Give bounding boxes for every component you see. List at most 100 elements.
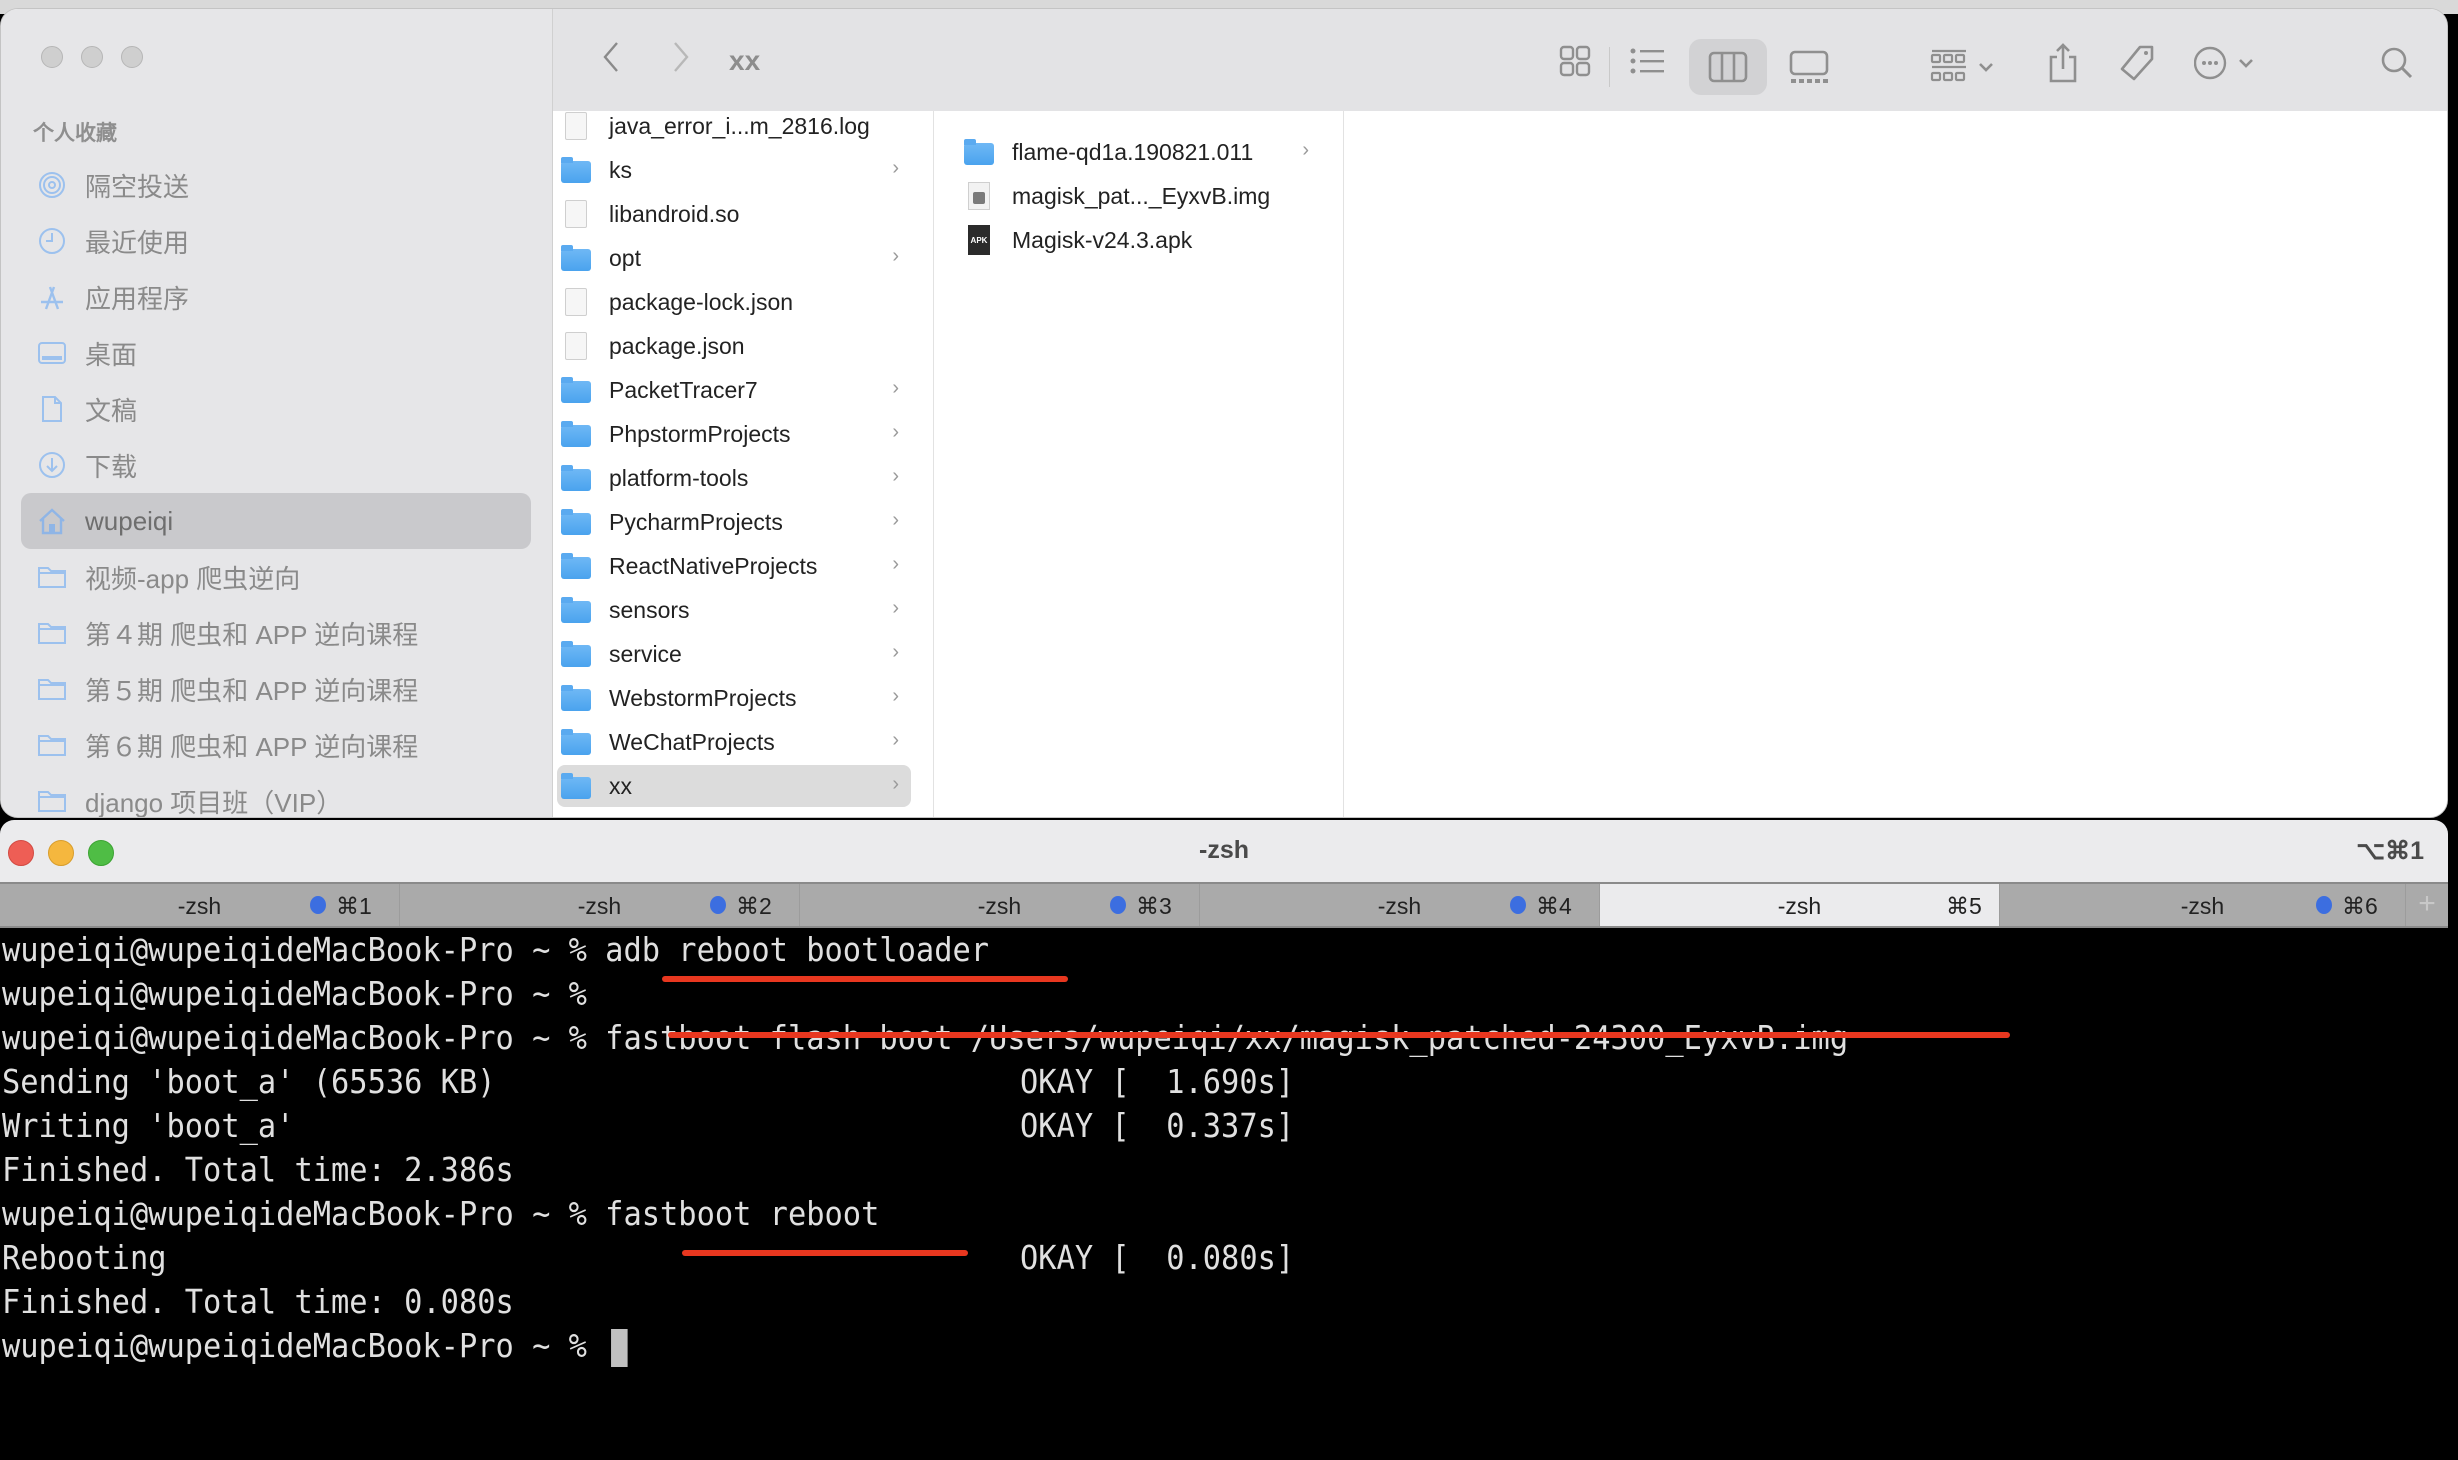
activity-dot-icon [310, 896, 326, 914]
terminal-tab[interactable]: -zsh ⌘3 [800, 884, 1200, 926]
terminal-line: wupeiqi@wupeiqideMacBook-Pro ~ % fastboo… [2, 1194, 880, 1233]
annotation-underline [662, 976, 1068, 982]
home-icon [37, 506, 67, 536]
folder-item[interactable]: flame-qd1a.190821.011 › [960, 131, 1321, 173]
more-actions-button[interactable] [2189, 35, 2269, 91]
icon-view-button[interactable] [1553, 39, 1597, 83]
back-button[interactable] [593, 37, 629, 77]
terminal-line: Finished. Total time: 2.386s [2, 1150, 514, 1189]
terminal-line: wupeiqi@wupeiqideMacBook-Pro ~ % fastboo… [2, 1018, 1848, 1057]
chevron-right-icon: › [892, 245, 899, 267]
terminal-output[interactable]: wupeiqi@wupeiqideMacBook-Pro ~ % adb reb… [0, 928, 2448, 1460]
sidebar-item-home[interactable]: wupeiqi [21, 493, 531, 549]
new-tab-button[interactable]: + [2406, 884, 2448, 926]
folder-icon [561, 465, 591, 491]
gallery-view-button[interactable] [1779, 39, 1839, 95]
folder-item[interactable]: opt › [557, 237, 911, 279]
download-icon [37, 450, 67, 480]
chevron-left-icon [603, 42, 618, 72]
folder-icon [964, 139, 994, 165]
log-file-icon [565, 112, 587, 140]
file-item[interactable]: java_error_i...m_2816.log [557, 105, 911, 147]
terminal-line: wupeiqi@wupeiqideMacBook-Pro ~ % adb reb… [2, 930, 990, 969]
terminal-tab[interactable]: -zsh ⌘1 [0, 884, 400, 926]
airdrop-icon [37, 170, 67, 200]
file-item[interactable]: magisk_pat..._EyxvB.img [960, 175, 1321, 217]
sidebar-item-folder[interactable]: django 项目班（VIP） [21, 773, 531, 817]
sidebar-item-documents[interactable]: 文稿 [21, 381, 531, 437]
terminal-tab[interactable]: -zsh ⌘2 [400, 884, 800, 926]
search-icon [2381, 47, 2413, 79]
folder-icon [561, 729, 591, 755]
file-item[interactable]: APK Magisk-v24.3.apk [960, 219, 1321, 261]
folder-item[interactable]: sensors › [557, 589, 911, 631]
folder-item[interactable]: service › [557, 633, 911, 675]
sidebar-item-folder[interactable]: 第５期 爬虫和 APP 逆向课程 [21, 661, 531, 717]
chevron-right-icon: › [892, 685, 899, 707]
terminal-tab-active[interactable]: -zsh ⌘5 [1600, 884, 2000, 926]
terminal-titlebar: -zsh ⌥⌘1 [0, 820, 2448, 882]
window-shortcut: ⌥⌘1 [2356, 837, 2424, 865]
sidebar-item-folder[interactable]: 第６期 爬虫和 APP 逆向课程 [21, 717, 531, 773]
chevron-right-icon: › [892, 597, 899, 619]
column-xx: flame-qd1a.190821.011 › magisk_pat..._Eyx… [934, 111, 1344, 817]
file-item[interactable]: libandroid.so [557, 193, 911, 235]
chevron-right-icon: › [892, 421, 899, 443]
file-item[interactable]: package.json [557, 325, 911, 367]
folder-item[interactable]: PacketTracer7 › [557, 369, 911, 411]
terminal-window: -zsh ⌥⌘1 -zsh ⌘1 -zsh ⌘2 -zsh ⌘3 -zsh ⌘4… [0, 820, 2448, 1460]
list-view-button[interactable] [1625, 39, 1669, 83]
folder-item[interactable]: WeChatProjects › [557, 721, 911, 763]
zoom-button[interactable] [121, 46, 143, 68]
terminal-status: OKAY [ 0.080s] [1020, 1238, 1295, 1277]
terminal-status: OKAY [ 1.690s] [1020, 1062, 1295, 1101]
folder-item[interactable]: PycharmProjects › [557, 501, 911, 543]
folder-icon [561, 509, 591, 535]
sidebar-item-folder[interactable]: 第４期 爬虫和 APP 逆向课程 [21, 605, 531, 661]
sidebar-section-favorites: 个人收藏 [33, 122, 117, 145]
folder-icon [561, 685, 591, 711]
terminal-prompt: wupeiqi@wupeiqideMacBook-Pro ~ % [2, 1326, 606, 1365]
forward-button[interactable] [663, 37, 699, 77]
folder-item[interactable]: platform-tools › [557, 457, 911, 499]
file-item[interactable]: package-lock.json [557, 281, 911, 323]
folder-item[interactable]: ks › [557, 149, 911, 191]
window-title: xx [729, 45, 761, 76]
folder-item-selected[interactable]: xx › [557, 765, 911, 807]
search-button[interactable] [2371, 35, 2423, 91]
sidebar-item-desktop[interactable]: 桌面 [21, 325, 531, 381]
tag-button[interactable] [2111, 35, 2163, 91]
finder-toolbar: xx [553, 9, 2447, 112]
minimize-button[interactable] [81, 46, 103, 68]
clock-icon [37, 226, 67, 256]
chevron-right-icon: › [892, 729, 899, 751]
column-view-button[interactable] [1689, 39, 1767, 95]
sidebar-item-applications[interactable]: 应用程序 [21, 269, 531, 325]
sidebar-item-folder[interactable]: 视频-app 爬虫逆向 [21, 549, 531, 605]
finder-sidebar: 个人收藏 隔空投送 最近使用 应用程序 桌面 文稿 下载 wupeiqi 视频-… [1, 9, 553, 817]
share-button[interactable] [2041, 35, 2085, 91]
folder-item[interactable]: PhpstormProjects › [557, 413, 911, 455]
sidebar-item-downloads[interactable]: 下载 [21, 437, 531, 493]
chevron-right-icon: › [1302, 139, 1309, 161]
group-by-button[interactable] [1925, 39, 2015, 95]
close-button[interactable] [41, 46, 63, 68]
column-home: java_error_i...m_2816.log ks › libandroid… [553, 111, 934, 817]
terminal-line: Finished. Total time: 0.080s [2, 1282, 514, 1321]
folder-item[interactable]: ReactNativeProjects › [557, 545, 911, 587]
text-cursor [610, 1328, 628, 1367]
tag-icon [2120, 45, 2154, 81]
terminal-tab[interactable]: -zsh ⌘6 [2000, 884, 2406, 926]
applications-icon [37, 282, 67, 312]
sidebar-item-recents[interactable]: 最近使用 [21, 213, 531, 269]
group-icon [1930, 49, 1993, 82]
folder-icon [37, 618, 67, 648]
folder-icon [37, 562, 67, 592]
folder-icon [561, 641, 591, 667]
sidebar-item-airdrop[interactable]: 隔空投送 [21, 157, 531, 213]
terminal-prompt-line: wupeiqi@wupeiqideMacBook-Pro ~ % [2, 1324, 628, 1368]
annotation-underline [682, 1250, 968, 1256]
folder-item[interactable]: WebstormProjects › [557, 677, 911, 719]
terminal-tab[interactable]: -zsh ⌘4 [1200, 884, 1600, 926]
folder-icon [561, 553, 591, 579]
